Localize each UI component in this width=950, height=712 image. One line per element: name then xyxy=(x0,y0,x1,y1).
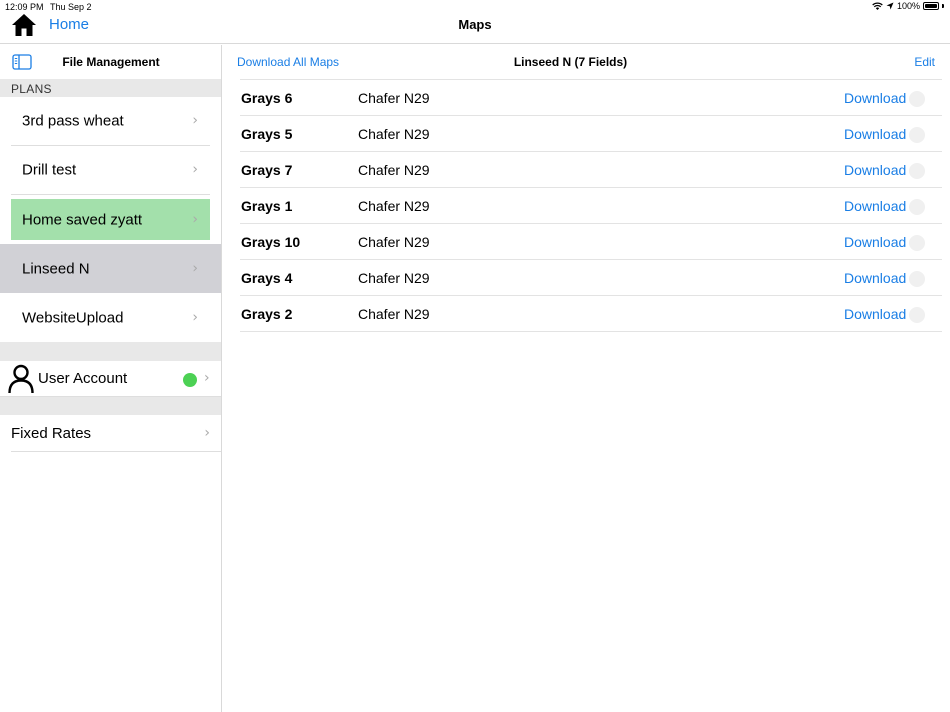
top-nav-bar: Home Maps xyxy=(0,12,950,44)
field-product: Chafer N29 xyxy=(358,126,430,142)
section-spacer xyxy=(0,397,221,415)
fixed-rates-label: Fixed Rates xyxy=(11,425,92,442)
field-product: Chafer N29 xyxy=(358,306,430,322)
plan-item-label: 3rd pass wheat xyxy=(22,112,124,130)
chevron-right-icon: › xyxy=(204,425,210,441)
field-product: Chafer N29 xyxy=(358,162,430,178)
download-button[interactable]: Download xyxy=(844,306,906,322)
battery-tip xyxy=(942,4,944,8)
sidebar: File Management PLANS 3rd pass wheat › D… xyxy=(0,45,222,712)
field-list: Grays 6 Chafer N29 Download Grays 5 Chaf… xyxy=(240,79,942,332)
field-row[interactable]: Grays 6 Chafer N29 Download xyxy=(240,80,942,116)
sidebar-title: File Management xyxy=(62,55,160,69)
field-name: Grays 7 xyxy=(241,162,293,178)
download-status-circle[interactable] xyxy=(909,199,925,215)
field-product: Chafer N29 xyxy=(358,198,430,214)
battery-percent: 100% xyxy=(896,1,920,11)
plan-item-websiteupload[interactable]: WebsiteUpload › xyxy=(0,293,221,342)
chevron-right-icon: › xyxy=(192,161,198,178)
plan-item-label: Drill test xyxy=(22,161,77,179)
plan-item-3rd-pass-wheat[interactable]: 3rd pass wheat › xyxy=(0,97,221,146)
user-account-label: User Account xyxy=(38,370,128,387)
plan-item-label: WebsiteUpload xyxy=(22,309,124,326)
sidebar-header: File Management xyxy=(0,45,221,79)
download-button[interactable]: Download xyxy=(844,198,906,214)
status-date: Thu Sep 2 xyxy=(50,2,92,12)
edit-button[interactable]: Edit xyxy=(914,55,935,69)
page-title: Maps xyxy=(458,17,492,32)
plan-item-label: Linseed N xyxy=(22,260,90,277)
battery-icon xyxy=(923,2,939,10)
chevron-right-icon: › xyxy=(192,211,198,228)
download-status-circle[interactable] xyxy=(909,307,925,323)
chevron-right-icon: › xyxy=(192,309,198,326)
plan-item-label: Home saved zyatt xyxy=(22,211,143,228)
download-button[interactable]: Download xyxy=(844,270,906,286)
download-status-circle[interactable] xyxy=(909,91,925,107)
download-button[interactable]: Download xyxy=(844,234,906,250)
download-button[interactable]: Download xyxy=(844,162,906,178)
plan-title: Linseed N (7 Fields) xyxy=(223,55,950,69)
main-header: Download All Maps Linseed N (7 Fields) E… xyxy=(223,45,950,79)
location-arrow-icon xyxy=(886,2,894,10)
download-status-circle[interactable] xyxy=(909,271,925,287)
field-row[interactable]: Grays 10 Chafer N29 Download xyxy=(240,224,942,260)
chevron-right-icon: › xyxy=(204,370,210,386)
plan-title-text: Linseed N (7 Fields) xyxy=(513,55,628,69)
field-row[interactable]: Grays 4 Chafer N29 Download xyxy=(240,260,942,296)
main-content: Download All Maps Linseed N (7 Fields) E… xyxy=(223,45,950,712)
download-status-circle[interactable] xyxy=(909,235,925,251)
fixed-rates-row[interactable]: Fixed Rates › xyxy=(0,415,221,452)
field-name: Grays 2 xyxy=(241,306,293,322)
chevron-right-icon: › xyxy=(192,112,198,129)
field-name: Grays 4 xyxy=(241,270,293,286)
field-name: Grays 10 xyxy=(241,234,301,250)
plan-list: 3rd pass wheat › Drill test › Home saved… xyxy=(0,97,221,342)
field-row[interactable]: Grays 2 Chafer N29 Download xyxy=(240,296,942,332)
plans-section-header: PLANS xyxy=(0,79,221,97)
field-row[interactable]: Grays 1 Chafer N29 Download xyxy=(240,188,942,224)
field-name: Grays 6 xyxy=(241,90,293,106)
status-time: 12:09 PM xyxy=(5,2,44,12)
field-row[interactable]: Grays 5 Chafer N29 Download xyxy=(240,116,942,152)
plan-item-drill-test[interactable]: Drill test › xyxy=(0,146,221,195)
plan-item-home-saved-zyatt[interactable]: Home saved zyatt › xyxy=(0,195,221,244)
plan-item-linseed-n[interactable]: Linseed N › xyxy=(0,244,221,293)
section-spacer xyxy=(0,342,221,361)
field-name: Grays 1 xyxy=(241,198,293,214)
user-account-row[interactable]: User Account › xyxy=(0,361,221,397)
person-icon xyxy=(8,364,34,394)
download-button[interactable]: Download xyxy=(844,126,906,142)
status-indicators: 100% xyxy=(872,1,944,11)
wifi-icon xyxy=(872,2,883,10)
download-button[interactable]: Download xyxy=(844,90,906,106)
chevron-right-icon: › xyxy=(192,260,198,277)
download-status-circle[interactable] xyxy=(909,163,925,179)
field-product: Chafer N29 xyxy=(358,270,430,286)
download-status-circle[interactable] xyxy=(909,127,925,143)
account-status-indicator xyxy=(183,373,197,387)
field-name: Grays 5 xyxy=(241,126,293,142)
field-product: Chafer N29 xyxy=(358,234,430,250)
field-row[interactable]: Grays 7 Chafer N29 Download xyxy=(240,152,942,188)
field-product: Chafer N29 xyxy=(358,90,430,106)
